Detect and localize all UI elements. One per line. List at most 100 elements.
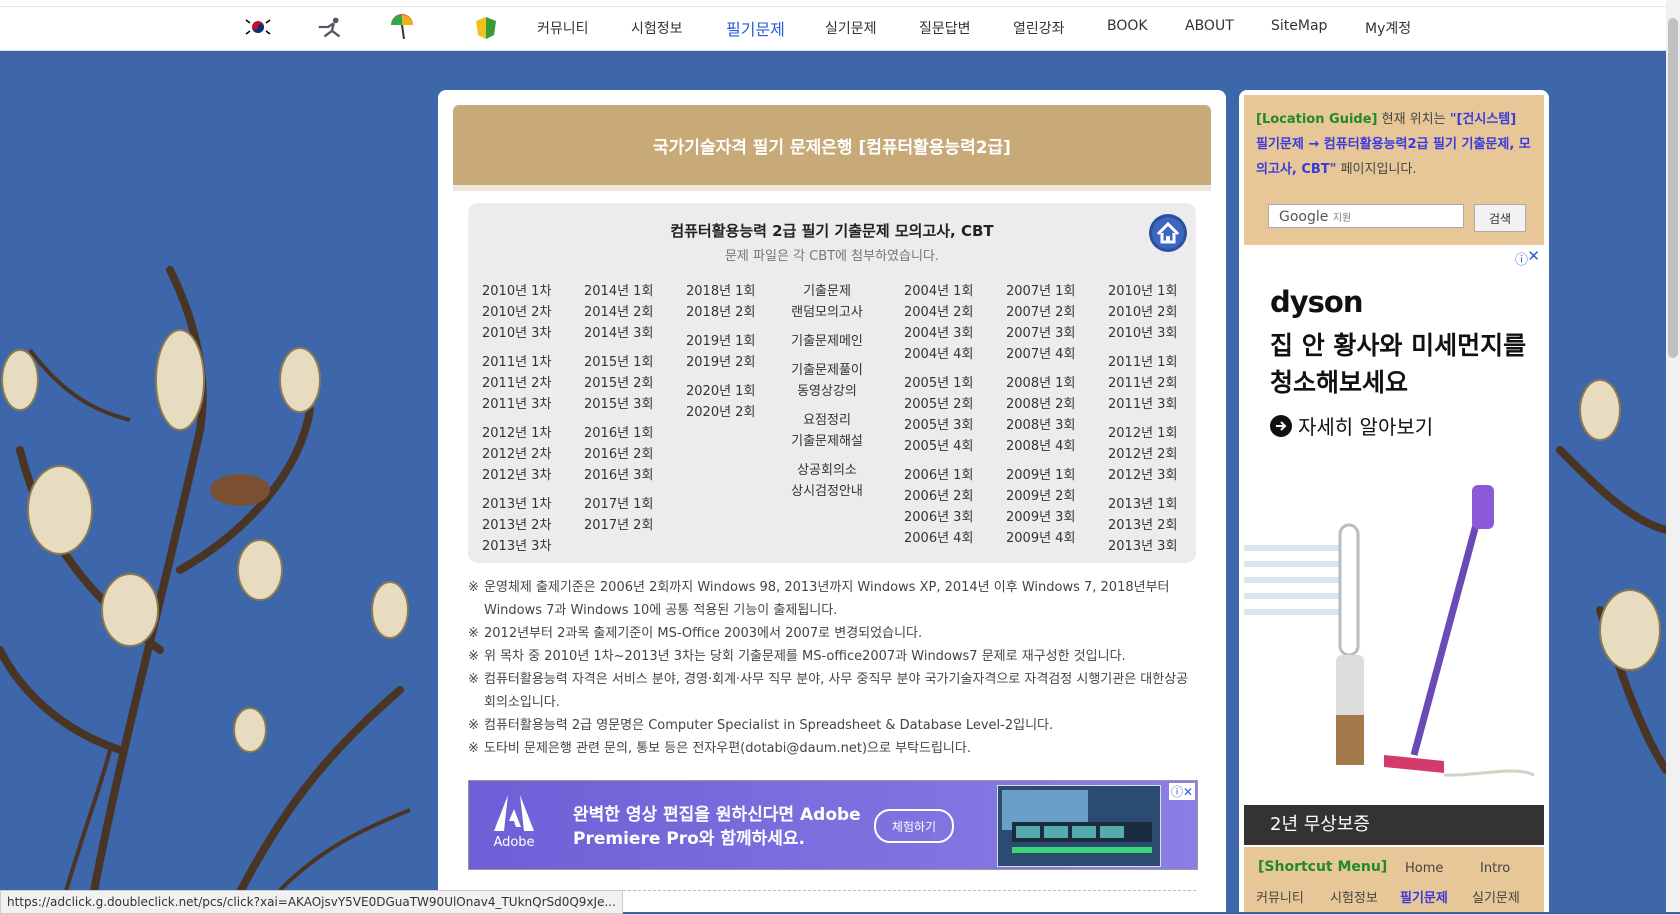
nav-exam-info[interactable]: 시험정보: [631, 18, 683, 38]
umbrella-icon[interactable]: [386, 12, 418, 42]
exam-link[interactable]: 2005년 2회: [904, 394, 973, 415]
dyson-ad[interactable]: ⓘ ✕ dyson 집 안 황사와 미세먼지를 청소해보세요 자세히 알아보기 …: [1244, 245, 1544, 845]
exam-link[interactable]: 2015년 2회: [584, 373, 653, 394]
exam-link[interactable]: 2007년 1회: [1006, 281, 1075, 302]
nav-open-lecture[interactable]: 열린강좌: [1013, 18, 1065, 38]
scrollbar-thumb[interactable]: [1668, 18, 1678, 358]
exam-link[interactable]: 기출문제해설: [768, 431, 886, 452]
exam-link[interactable]: 2018년 1회: [686, 281, 755, 302]
exam-link[interactable]: 2004년 4회: [904, 344, 973, 365]
exam-link[interactable]: 2006년 3회: [904, 507, 973, 528]
exam-link[interactable]: 2013년 2회: [1108, 515, 1177, 536]
exam-link[interactable]: 2015년 1회: [584, 352, 653, 373]
exam-link[interactable]: 2016년 3회: [584, 465, 653, 486]
exam-link[interactable]: 기출문제메인: [768, 331, 886, 352]
exam-link[interactable]: 2005년 4회: [904, 436, 973, 457]
exam-link[interactable]: 2010년 3회: [1108, 323, 1177, 344]
exam-link[interactable]: 2004년 1회: [904, 281, 973, 302]
shortcut-intro[interactable]: Intro: [1480, 861, 1510, 876]
nav-practical-exam[interactable]: 실기문제: [825, 18, 877, 38]
ad-close-icon[interactable]: ✕: [1527, 247, 1540, 265]
nav-community[interactable]: 커뮤니티: [537, 18, 589, 38]
exam-link[interactable]: 2008년 2회: [1006, 394, 1075, 415]
nav-my-account[interactable]: My계정: [1365, 18, 1411, 38]
exam-link[interactable]: 2013년 1회: [1108, 494, 1177, 515]
exam-link[interactable]: 2005년 3회: [904, 415, 973, 436]
exam-link[interactable]: 2008년 4회: [1006, 436, 1075, 457]
shortcut-written-exam[interactable]: 필기문제: [1400, 887, 1448, 906]
exam-link[interactable]: 2007년 2회: [1006, 302, 1075, 323]
adobe-try-button[interactable]: 체험하기: [874, 809, 954, 843]
exam-link[interactable]: 2011년 3회: [1108, 394, 1177, 415]
flower-icon[interactable]: [470, 12, 502, 42]
exam-link[interactable]: 동영상강의: [768, 381, 886, 402]
exam-link[interactable]: 2011년 1차: [482, 352, 551, 373]
ad-close-icon[interactable]: ⓘ✕: [1168, 783, 1195, 800]
exam-link[interactable]: 2016년 2회: [584, 444, 653, 465]
exam-link[interactable]: 2018년 2회: [686, 302, 755, 323]
exam-link[interactable]: 2014년 3회: [584, 323, 653, 344]
exam-link[interactable]: 기출문제: [768, 281, 886, 302]
exam-link[interactable]: 2013년 3회: [1108, 536, 1177, 557]
exam-link[interactable]: 2008년 3회: [1006, 415, 1075, 436]
exam-link[interactable]: 2012년 1회: [1108, 423, 1177, 444]
exam-link[interactable]: 2009년 4회: [1006, 528, 1075, 549]
nav-written-exam[interactable]: 필기문제: [726, 16, 785, 40]
exam-link[interactable]: 2009년 1회: [1006, 465, 1075, 486]
exam-link[interactable]: 2020년 1회: [686, 381, 755, 402]
nav-about[interactable]: ABOUT: [1185, 18, 1234, 34]
exam-link[interactable]: 기출문제풀이: [768, 360, 886, 381]
exam-link[interactable]: 2013년 1차: [482, 494, 551, 515]
exam-link[interactable]: 2009년 3회: [1006, 507, 1075, 528]
exam-link[interactable]: 2012년 2회: [1108, 444, 1177, 465]
search-button[interactable]: 검색: [1474, 204, 1526, 232]
page-scrollbar[interactable]: [1666, 0, 1680, 912]
exam-link[interactable]: 2013년 3차: [482, 536, 551, 557]
shortcut-home[interactable]: Home: [1405, 861, 1443, 876]
dyson-learn-more[interactable]: 자세히 알아보기: [1270, 411, 1433, 440]
ad-info-icon[interactable]: ⓘ: [1515, 249, 1528, 268]
exam-link[interactable]: 2016년 1회: [584, 423, 653, 444]
exam-link[interactable]: 2010년 2차: [482, 302, 551, 323]
korea-flag-icon[interactable]: [242, 12, 274, 42]
exam-link[interactable]: 2012년 3회: [1108, 465, 1177, 486]
exam-link[interactable]: 2012년 3차: [482, 465, 551, 486]
shortcut-community[interactable]: 커뮤니티: [1256, 887, 1304, 906]
google-search-input[interactable]: Google 지원: [1268, 204, 1464, 228]
adobe-ad[interactable]: Adobe 완벽한 영상 편집을 원하신다면 Adobe Premiere Pr…: [468, 780, 1198, 870]
exam-link[interactable]: 요점정리: [768, 410, 886, 431]
exam-link[interactable]: 2010년 1차: [482, 281, 551, 302]
exam-link[interactable]: 2010년 2회: [1108, 302, 1177, 323]
exam-link[interactable]: 2011년 2차: [482, 373, 551, 394]
exam-link[interactable]: 2014년 2회: [584, 302, 653, 323]
exam-link[interactable]: 2004년 2회: [904, 302, 973, 323]
exam-link[interactable]: 2011년 3차: [482, 394, 551, 415]
home-icon[interactable]: [1148, 213, 1188, 253]
exam-link[interactable]: 2005년 1회: [904, 373, 973, 394]
nav-sitemap[interactable]: SiteMap: [1271, 18, 1327, 34]
exam-link[interactable]: 2011년 1회: [1108, 352, 1177, 373]
exam-link[interactable]: 2009년 2회: [1006, 486, 1075, 507]
exam-link[interactable]: 2012년 2차: [482, 444, 551, 465]
nav-qna[interactable]: 질문답변: [919, 18, 971, 38]
exam-link[interactable]: 2017년 1회: [584, 494, 653, 515]
shortcut-exam-info[interactable]: 시험정보: [1330, 887, 1378, 906]
exam-link[interactable]: 2017년 2회: [584, 515, 653, 536]
exam-link[interactable]: 2006년 4회: [904, 528, 973, 549]
exam-link[interactable]: 2006년 2회: [904, 486, 973, 507]
shortcut-practical-exam[interactable]: 실기문제: [1472, 887, 1520, 906]
nav-book[interactable]: BOOK: [1107, 18, 1148, 34]
exam-link[interactable]: 2013년 2차: [482, 515, 551, 536]
exam-link[interactable]: 2014년 1회: [584, 281, 653, 302]
exam-link[interactable]: 2008년 1회: [1006, 373, 1075, 394]
exam-link[interactable]: 2004년 3회: [904, 323, 973, 344]
exam-link[interactable]: 2007년 4회: [1006, 344, 1075, 365]
exam-link[interactable]: 상시검정안내: [768, 481, 886, 502]
exam-link[interactable]: 2006년 1회: [904, 465, 973, 486]
exam-link[interactable]: 2020년 2회: [686, 402, 755, 423]
exam-link[interactable]: 2019년 1회: [686, 331, 755, 352]
exam-link[interactable]: 랜덤모의고사: [768, 302, 886, 323]
exam-link[interactable]: 2015년 3회: [584, 394, 653, 415]
taekwondo-icon[interactable]: [315, 12, 347, 42]
exam-link[interactable]: 2019년 2회: [686, 352, 755, 373]
